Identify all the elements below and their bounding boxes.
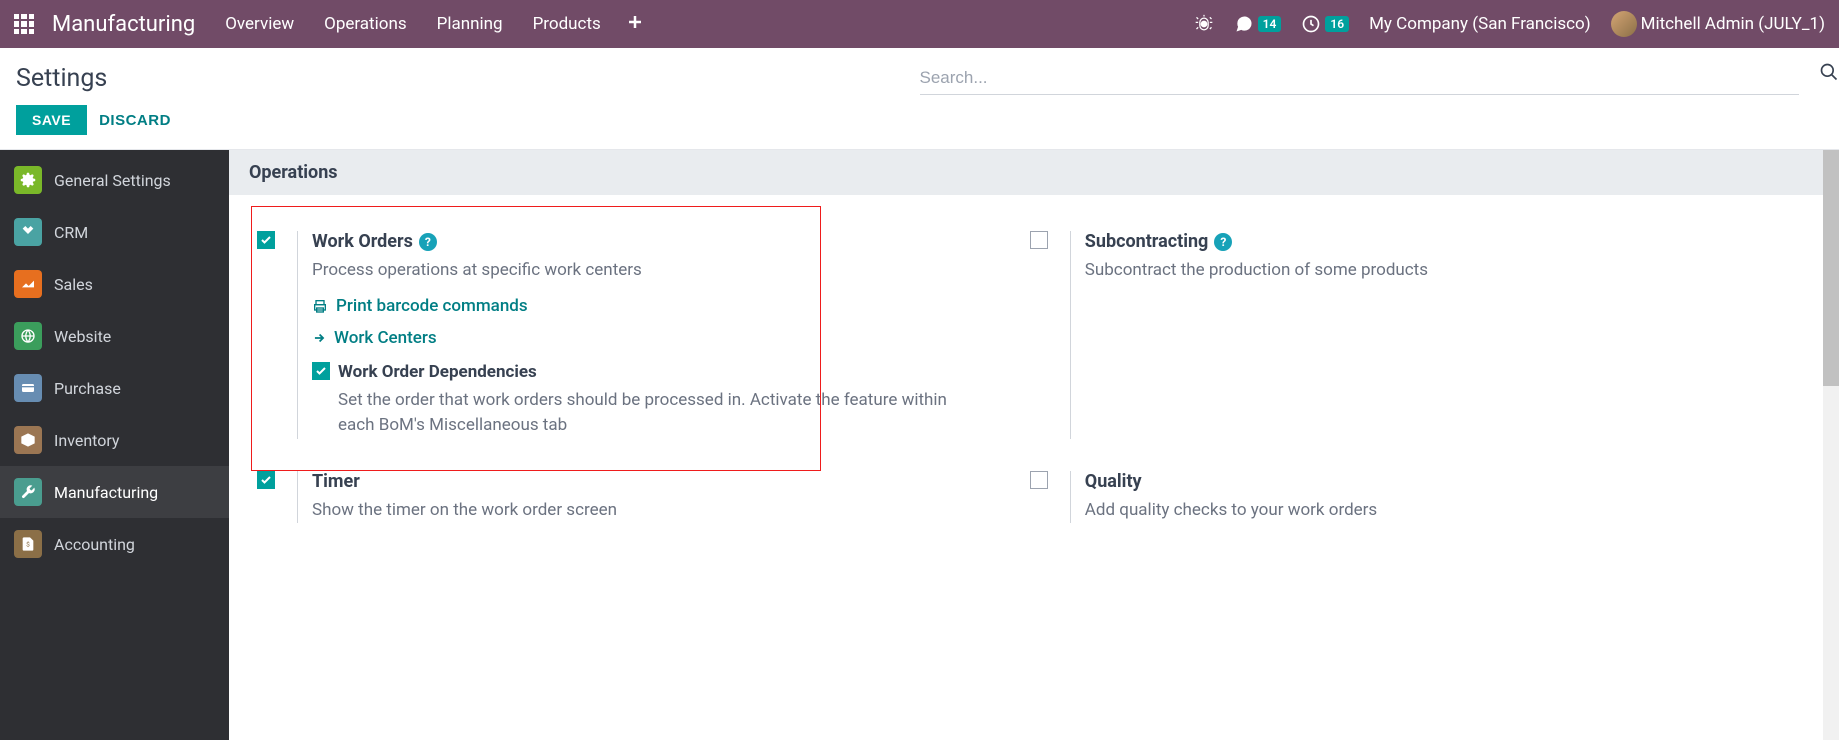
setting-desc: Process operations at specific work cent… xyxy=(312,258,982,284)
scrollbar[interactable] xyxy=(1823,150,1839,740)
sidebar-item-label: General Settings xyxy=(54,171,171,190)
link-print-barcode[interactable]: Print barcode commands xyxy=(312,296,982,316)
checkbox-quality[interactable] xyxy=(1030,471,1048,489)
setting-desc: Subcontract the production of some produ… xyxy=(1085,258,1755,284)
menu-products[interactable]: Products xyxy=(533,14,601,34)
printer-icon xyxy=(312,298,328,314)
box-icon xyxy=(14,426,42,454)
search-icon[interactable] xyxy=(1819,62,1839,82)
save-button[interactable]: SAVE xyxy=(16,105,87,135)
sidebar-item-label: Inventory xyxy=(54,431,120,450)
checkbox-work-orders[interactable] xyxy=(257,231,275,249)
link-work-centers[interactable]: Work Centers xyxy=(312,328,982,348)
sidebar-item-label: Website xyxy=(54,327,111,346)
avatar xyxy=(1611,11,1637,37)
menu-operations[interactable]: Operations xyxy=(324,14,407,34)
sidebar-item-label: Purchase xyxy=(54,379,121,398)
search-bar[interactable] xyxy=(920,62,1800,95)
company-switcher[interactable]: My Company (San Francisco) xyxy=(1369,14,1591,34)
control-panel: Settings SAVE DISCARD xyxy=(0,48,1839,150)
setting-title: Quality xyxy=(1085,471,1142,492)
topbar: Manufacturing Overview Operations Planni… xyxy=(0,0,1839,48)
debug-icon[interactable] xyxy=(1194,14,1214,34)
checkbox-work-order-dependencies[interactable] xyxy=(312,362,330,380)
sidebar-item-inventory[interactable]: Inventory xyxy=(0,414,229,466)
activities-badge: 16 xyxy=(1325,16,1349,32)
top-menu: Overview Operations Planning Products xyxy=(225,14,601,34)
activities-icon[interactable]: 16 xyxy=(1301,14,1349,34)
setting-timer: Timer Show the timer on the work order s… xyxy=(229,455,1002,540)
apps-icon[interactable] xyxy=(14,14,34,34)
section-header: Operations xyxy=(229,150,1839,195)
settings-sidebar: General Settings CRM Sales Website Purch… xyxy=(0,150,229,740)
menu-overview[interactable]: Overview xyxy=(225,14,294,34)
settings-content: Operations Work Orders ? Process operati… xyxy=(229,150,1839,740)
sidebar-item-label: CRM xyxy=(54,223,88,242)
document-icon: $ xyxy=(14,530,42,558)
setting-title: Subcontracting xyxy=(1085,231,1209,252)
messages-badge: 14 xyxy=(1258,16,1282,32)
svg-text:$: $ xyxy=(26,541,30,549)
help-icon[interactable]: ? xyxy=(1214,233,1232,251)
setting-title: Work Orders xyxy=(312,231,413,252)
setting-subcontracting: Subcontracting ? Subcontract the product… xyxy=(1002,215,1775,455)
app-brand[interactable]: Manufacturing xyxy=(52,12,195,37)
wrench-icon xyxy=(14,478,42,506)
checkbox-timer[interactable] xyxy=(257,471,275,489)
user-menu[interactable]: Mitchell Admin (JULY_1) xyxy=(1611,11,1825,37)
scrollbar-thumb[interactable] xyxy=(1823,150,1839,386)
body: General Settings CRM Sales Website Purch… xyxy=(0,150,1839,740)
sidebar-item-accounting[interactable]: $ Accounting xyxy=(0,518,229,570)
sidebar-item-general-settings[interactable]: General Settings xyxy=(0,154,229,206)
page-title: Settings xyxy=(16,64,904,93)
setting-desc: Show the timer on the work order screen xyxy=(312,498,982,524)
sub-setting-desc: Set the order that work orders should be… xyxy=(338,388,982,439)
setting-quality: Quality Add quality checks to your work … xyxy=(1002,455,1775,540)
handshake-icon xyxy=(14,218,42,246)
sidebar-item-crm[interactable]: CRM xyxy=(0,206,229,258)
new-icon[interactable] xyxy=(627,14,643,35)
search-input[interactable] xyxy=(920,68,1800,88)
sidebar-item-label: Manufacturing xyxy=(54,483,158,502)
menu-planning[interactable]: Planning xyxy=(437,14,503,34)
setting-desc: Add quality checks to your work orders xyxy=(1085,498,1755,524)
messages-icon[interactable]: 14 xyxy=(1234,14,1282,34)
sidebar-item-manufacturing[interactable]: Manufacturing xyxy=(0,466,229,518)
setting-title: Timer xyxy=(312,471,360,492)
chart-icon xyxy=(14,270,42,298)
systray: 14 16 My Company (San Francisco) Mitchel… xyxy=(1194,11,1825,37)
sidebar-item-sales[interactable]: Sales xyxy=(0,258,229,310)
card-icon xyxy=(14,374,42,402)
gear-icon xyxy=(14,166,42,194)
sidebar-item-purchase[interactable]: Purchase xyxy=(0,362,229,414)
username: Mitchell Admin (JULY_1) xyxy=(1641,14,1825,34)
setting-work-orders: Work Orders ? Process operations at spec… xyxy=(229,215,1002,455)
sidebar-item-label: Sales xyxy=(54,275,93,294)
help-icon[interactable]: ? xyxy=(419,233,437,251)
globe-icon xyxy=(14,322,42,350)
discard-button[interactable]: DISCARD xyxy=(99,112,171,129)
sub-setting-title: Work Order Dependencies xyxy=(338,362,982,382)
checkbox-subcontracting[interactable] xyxy=(1030,231,1048,249)
arrow-right-icon xyxy=(312,331,326,345)
sidebar-item-label: Accounting xyxy=(54,535,135,554)
sidebar-item-website[interactable]: Website xyxy=(0,310,229,362)
